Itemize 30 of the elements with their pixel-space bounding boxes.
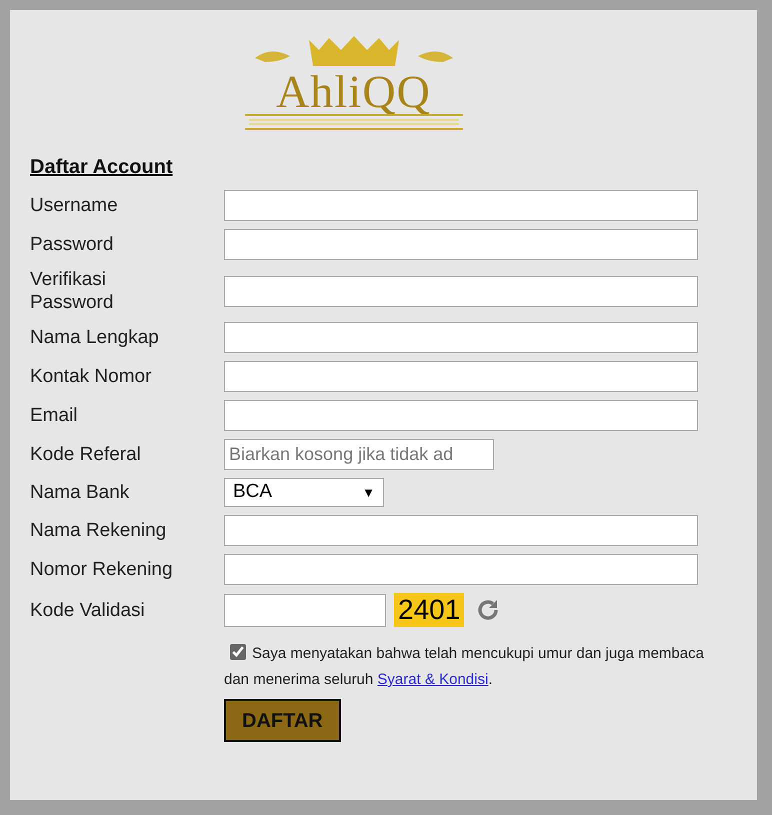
- text-field[interactable]: [224, 276, 698, 306]
- text-field[interactable]: [224, 400, 698, 431]
- form-heading: Daftar Account: [30, 155, 174, 180]
- register-button[interactable]: DAFTAR: [224, 699, 341, 742]
- logo-text: AhliQQ: [276, 70, 432, 114]
- field-label: Username: [30, 194, 119, 217]
- terms-link[interactable]: Syarat & Kondisi: [377, 671, 488, 688]
- field-label: Nama Lengkap: [30, 326, 160, 349]
- text-field[interactable]: [224, 190, 698, 221]
- text-field[interactable]: [224, 515, 698, 546]
- bank-select[interactable]: BCA ▼: [224, 478, 384, 507]
- field-label: Kontak Nomor: [30, 365, 152, 388]
- field-label: Kode Validasi: [30, 598, 146, 622]
- captcha-code: 2401: [394, 593, 464, 627]
- field-label: Password: [30, 233, 114, 256]
- field-label: Nomor Rekening: [30, 558, 174, 581]
- field-label: Email: [30, 404, 79, 427]
- refresh-icon[interactable]: [476, 598, 500, 622]
- agreement-text: Saya menyatakan bahwa telah mencukupi umur dan juga membaca dan menerima seluruh Syarat & Kondisi.: [224, 643, 704, 690]
- referral-field[interactable]: Biarkan kosong jika tidak ad: [224, 439, 494, 470]
- field-label: Kode Referal: [30, 443, 142, 466]
- agreement-checkbox[interactable]: [230, 644, 246, 660]
- text-field[interactable]: [224, 361, 698, 392]
- field-label: Nama Rekening: [30, 519, 168, 542]
- validation-field[interactable]: [224, 594, 386, 626]
- text-field[interactable]: [224, 229, 698, 260]
- field-label: Verifikasi Password: [30, 268, 114, 314]
- text-field[interactable]: [224, 554, 698, 585]
- text-field[interactable]: [224, 322, 698, 353]
- field-label: Nama Bank: [30, 481, 130, 504]
